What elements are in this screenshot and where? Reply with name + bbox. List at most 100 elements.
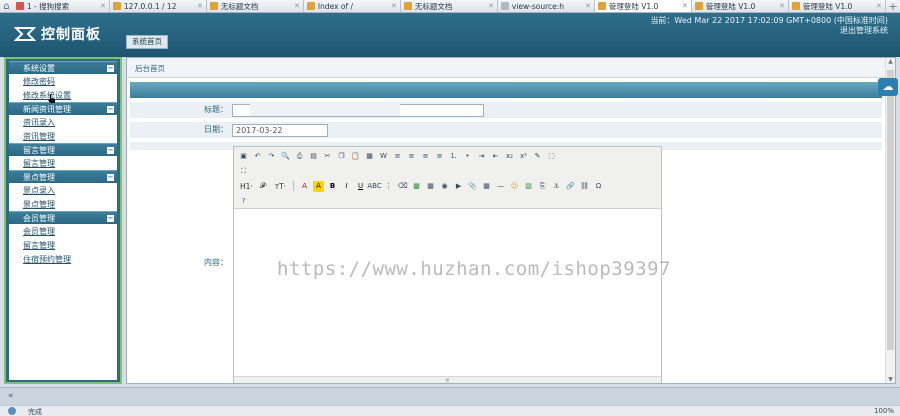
copy-icon[interactable]: ❐	[336, 151, 347, 162]
multi-image-icon[interactable]: ▦	[425, 181, 436, 192]
table-icon[interactable]: ▦	[481, 181, 492, 192]
tab-system-home[interactable]: 系统首页	[126, 35, 168, 49]
font-color-icon[interactable]: A	[299, 181, 310, 192]
highlight-icon[interactable]: A	[313, 180, 325, 192]
hr-icon[interactable]: —	[495, 181, 506, 192]
paste-icon[interactable]: 📋	[350, 151, 361, 162]
justify-full-icon[interactable]: ≡	[434, 151, 445, 162]
subscript-icon[interactable]: x₂	[504, 151, 515, 162]
print-icon[interactable]: ⎙	[294, 151, 305, 162]
about-icon[interactable]: ?	[238, 196, 249, 207]
sidebar-item[interactable]: 景点录入	[9, 183, 117, 197]
unlink-icon[interactable]: ⛓	[579, 181, 590, 192]
scroll-down-icon[interactable]: ▼	[886, 376, 895, 383]
emoticon-icon[interactable]: ☺	[509, 181, 520, 192]
editor-content-area[interactable]	[234, 210, 661, 376]
indent-icon[interactable]: ⇥	[476, 151, 487, 162]
editor-format-dropdown[interactable]: тT·	[273, 182, 288, 191]
template-icon[interactable]: ▤	[308, 151, 319, 162]
plus-icon[interactable]: +	[886, 0, 900, 13]
image-icon[interactable]: ▩	[411, 181, 422, 192]
baidu-map-icon[interactable]: ▧	[523, 181, 534, 192]
sidebar-group-header[interactable]: 新闻资讯管理 −	[9, 102, 117, 115]
select-all-icon[interactable]: ⬚	[546, 151, 557, 162]
close-tab-icon[interactable]: ✕	[294, 2, 300, 10]
close-tab-icon[interactable]: ✕	[391, 2, 397, 10]
close-tab-icon[interactable]: ✕	[488, 2, 494, 10]
zoom-level[interactable]: 100%	[874, 407, 894, 415]
line-height-icon[interactable]: ⋮	[383, 181, 394, 192]
cloud-share-icon[interactable]: ☁	[878, 78, 898, 96]
browser-tab[interactable]: 管理登陆 V1.0 ✕	[594, 0, 692, 12]
superscript-icon[interactable]: x²	[518, 151, 529, 162]
source-icon[interactable]: ▣	[238, 151, 249, 162]
insert-file-icon[interactable]: 📎	[467, 181, 478, 192]
preview-icon[interactable]: 🔍	[280, 151, 291, 162]
sidebar-item[interactable]: 会员管理	[9, 224, 117, 238]
browser-tab[interactable]: Index of / ✕	[304, 0, 401, 12]
close-tab-icon[interactable]: ✕	[100, 2, 106, 10]
undo-icon[interactable]: ↶	[252, 151, 263, 162]
fullscreen-icon[interactable]: ⛶	[238, 166, 249, 177]
collapse-toggle-icon[interactable]: −	[107, 65, 114, 72]
editor-resize-handle[interactable]: ⩸	[234, 376, 661, 383]
sidebar-item[interactable]: 留言管理	[9, 238, 117, 252]
close-tab-icon[interactable]: ✕	[197, 2, 203, 10]
browser-tab[interactable]: 无标题文档 ✕	[401, 0, 498, 12]
close-tab-icon[interactable]: ✕	[779, 2, 785, 10]
editor-format-dropdown[interactable]: H1·	[238, 182, 255, 191]
underline-icon[interactable]: U	[355, 181, 366, 192]
flash-icon[interactable]: ◉	[439, 181, 450, 192]
strikethrough-icon[interactable]: ABC	[367, 181, 381, 192]
bold-icon[interactable]: B	[327, 181, 338, 192]
remove-format-icon[interactable]: ⌫	[397, 181, 408, 192]
collapse-left-icon[interactable]: «	[8, 391, 14, 401]
browser-tab[interactable]: view-source:h ✕	[498, 0, 595, 12]
collapse-toggle-icon[interactable]: −	[107, 147, 114, 154]
date-input[interactable]	[232, 124, 328, 137]
sidebar-group-header[interactable]: 景点管理 −	[9, 170, 117, 183]
unordered-list-icon[interactable]: •	[462, 151, 473, 162]
close-tab-icon[interactable]: ✕	[682, 2, 688, 10]
browser-tab[interactable]: 管理登陆 V1.0 ✕	[692, 0, 789, 12]
outdent-icon[interactable]: ⇤	[490, 151, 501, 162]
ordered-list-icon[interactable]: ⒈	[448, 151, 459, 162]
justify-left-icon[interactable]: ≡	[392, 151, 403, 162]
collapse-toggle-icon[interactable]: −	[107, 174, 114, 181]
justify-center-icon[interactable]: ≡	[406, 151, 417, 162]
redo-icon[interactable]: ↷	[266, 151, 277, 162]
editor-format-dropdown[interactable]: 𝓕·	[258, 181, 270, 191]
link-icon[interactable]: 🔗	[565, 181, 576, 192]
paste-text-icon[interactable]: ▦	[364, 151, 375, 162]
collapse-toggle-icon[interactable]: −	[107, 215, 114, 222]
cut-icon[interactable]: ✂	[322, 151, 333, 162]
justify-right-icon[interactable]: ≡	[420, 151, 431, 162]
sidebar-item[interactable]: 修改系统设置	[9, 88, 117, 102]
special-char-icon[interactable]: Ω	[593, 181, 604, 192]
browser-tab[interactable]: 管理登陆 V1.0 ✕	[789, 0, 886, 12]
sidebar-item[interactable]: 留言管理	[9, 156, 117, 170]
scrollbar-thumb[interactable]	[887, 70, 894, 350]
italic-icon[interactable]: I	[341, 181, 352, 192]
sidebar-group-header[interactable]: 留言管理 −	[9, 143, 117, 156]
scroll-up-icon[interactable]: ▲	[886, 58, 895, 67]
close-tab-icon[interactable]: ✕	[876, 2, 882, 10]
sidebar-item[interactable]: 修改密码	[9, 74, 117, 88]
sidebar-item[interactable]: 资讯管理	[9, 129, 117, 143]
page-break-icon[interactable]: ⎘	[537, 181, 548, 192]
sidebar-item[interactable]: 资讯录入	[9, 115, 117, 129]
clear-format-icon[interactable]: ✎	[532, 151, 543, 162]
sidebar-group-header[interactable]: 会员管理 −	[9, 211, 117, 224]
sidebar-item[interactable]: 景点管理	[9, 197, 117, 211]
sidebar-item[interactable]: 住宿预约管理	[9, 252, 117, 266]
logout-link[interactable]: 退出管理系统	[650, 26, 888, 36]
media-icon[interactable]: ▶	[453, 181, 464, 192]
sidebar-group-header[interactable]: 系统设置 −	[9, 61, 117, 74]
anchor-icon[interactable]: ⚓	[551, 181, 562, 192]
home-icon[interactable]: ⌂	[0, 0, 13, 12]
browser-tab[interactable]: 1 - 搜狗搜索 ✕	[13, 0, 110, 12]
browser-tab[interactable]: 无标题文档 ✕	[207, 0, 304, 12]
browser-tab[interactable]: 127.0.0.1 / 12 ✕	[110, 0, 207, 12]
collapse-toggle-icon[interactable]: −	[107, 106, 114, 113]
vertical-scrollbar[interactable]: ▲ ▼	[885, 58, 895, 383]
